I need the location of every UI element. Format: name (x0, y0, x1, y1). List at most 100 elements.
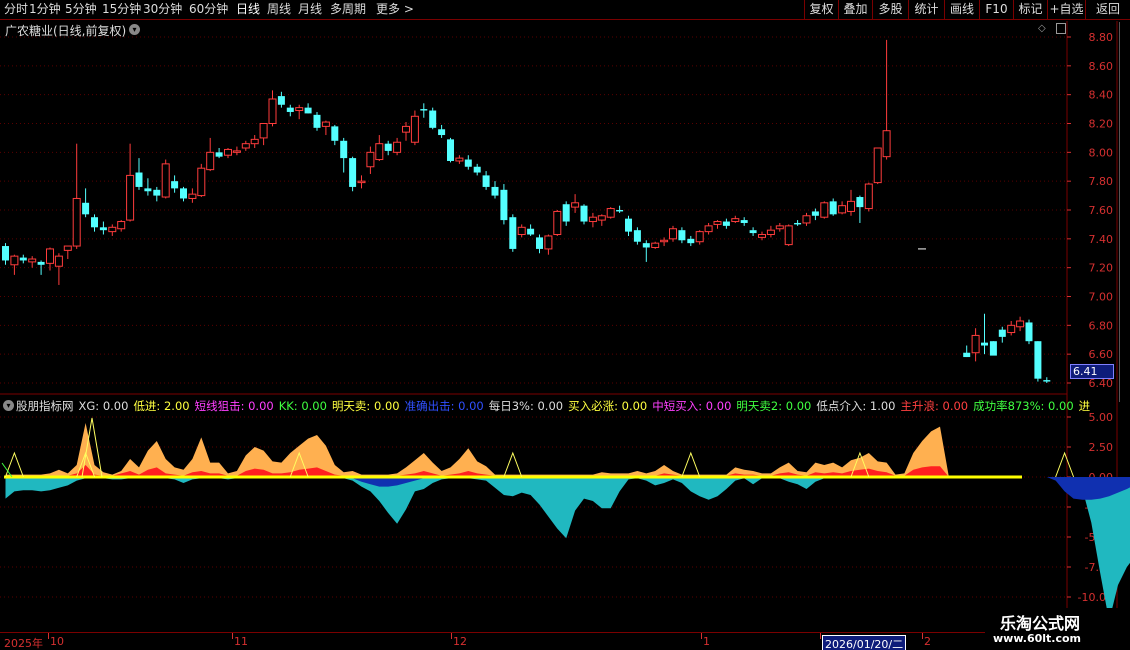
price-tick-label: 7.60 (1089, 204, 1114, 217)
candle-body-up (410, 115, 419, 143)
period-tab-8[interactable]: 月线 (298, 1, 322, 18)
candle-body-down (625, 218, 632, 232)
candle-body-down (304, 107, 312, 114)
toolbar-button-7[interactable]: +自选 (1047, 0, 1085, 19)
date-tick (48, 633, 49, 639)
period-tab-10[interactable]: 更多 > (376, 1, 414, 18)
date-label-5: 2026/01/20/二 (822, 635, 907, 650)
candle-body-up (731, 218, 740, 223)
indicator-area-1 (5, 465, 1101, 477)
candle-body-down (989, 341, 997, 356)
candle-body-up (588, 216, 597, 223)
date-axis: 2025年 10 11 12 1 2026/01/20/二 2 (0, 632, 1130, 650)
indicator-tick-label: 2.50 (1089, 441, 1114, 454)
candle-body-up (571, 202, 580, 208)
diamond-icon[interactable]: ◇ (1038, 23, 1046, 34)
period-tab-3[interactable]: 15分钟 (102, 1, 141, 18)
candle-body-up (838, 205, 847, 214)
indicator-value-7: 买入必涨: 0.00 (568, 399, 648, 413)
candle-body-up (713, 221, 722, 225)
candle-body-up (28, 258, 37, 263)
watermark: 乐淘公式网 www.60lt.com (985, 608, 1130, 650)
candle-body-up (553, 210, 562, 236)
candle-body-down (491, 186, 499, 196)
candle-body-up (1016, 320, 1025, 328)
toolbar-button-4[interactable]: 画线 (944, 0, 979, 19)
signal-triangle (681, 451, 701, 478)
indicator-value-2: 短线狙击: 0.00 (194, 399, 274, 413)
candle-body-up (517, 226, 526, 236)
candle-body-down (536, 237, 543, 249)
candle-body-up (72, 197, 81, 247)
date-tick (232, 633, 233, 639)
candle-body-up (54, 255, 63, 267)
toolbar-button-6[interactable]: 标记 (1013, 0, 1047, 19)
indicator-name: 股朋指标网 (16, 399, 74, 413)
candle-body-down (678, 230, 686, 241)
signal-mark-green (1, 462, 13, 478)
candle-body-up (606, 208, 615, 218)
candle-body-down (1025, 322, 1033, 342)
price-tick-label: 8.80 (1089, 31, 1114, 44)
toolbar-button-0[interactable]: 复权 (804, 0, 838, 19)
window-toggle-icon[interactable] (1056, 23, 1066, 34)
indicator-legend: 股朋指标网 XG: 0.00 低进: 2.00 短线狙击: 0.00 KK: 0.00 明… (16, 398, 1095, 414)
date-label-1: 10 (50, 635, 64, 648)
date-label-4: 1 (703, 635, 710, 648)
candle-body-down (963, 352, 971, 358)
period-tab-9[interactable]: 多周期 (330, 1, 366, 18)
candle-body-up (660, 239, 669, 243)
toolbar-button-8[interactable]: 返回 (1085, 0, 1130, 19)
toolbar-button-3[interactable]: 统计 (908, 0, 944, 19)
candle-body-down (616, 210, 624, 212)
signal-triangle (76, 451, 96, 478)
date-tick (922, 633, 923, 639)
candle-body-up (758, 234, 766, 238)
candle-body-up (704, 225, 713, 233)
candle-body-down (349, 158, 357, 187)
indicator-value-5: 准确出击: 0.00 (404, 399, 484, 413)
candle-body-down (482, 175, 490, 187)
indicator-area-2 (5, 477, 1130, 621)
candle-body-up (775, 225, 784, 230)
price-tick-label: 7.00 (1089, 291, 1114, 304)
period-tab-4[interactable]: 30分钟 (143, 1, 182, 18)
candle-body-down (37, 261, 45, 265)
candle-body-up (232, 150, 241, 153)
candle-body-up (873, 147, 882, 184)
period-tab-1[interactable]: 1分钟 (29, 1, 61, 18)
period-tab-0[interactable]: 分时 (4, 1, 28, 18)
candle-body-down (580, 205, 588, 222)
date-label-3: 12 (453, 635, 467, 648)
indicator-tick-label: -7.50 (1085, 561, 1113, 574)
period-tab-7[interactable]: 周线 (267, 1, 291, 18)
candle-body-up (766, 229, 775, 236)
toolbar-button-1[interactable]: 叠加 (838, 0, 872, 19)
candle-body-down (1034, 341, 1042, 379)
candle-body-up (695, 231, 704, 243)
candle-body-down (998, 329, 1006, 337)
candle-body-up (544, 235, 553, 250)
period-tab-6[interactable]: 日线 (236, 1, 260, 18)
toolbar-button-5[interactable]: F10 (979, 0, 1013, 19)
candle-body-up (357, 180, 366, 184)
side-panel-strip[interactable] (1118, 22, 1130, 632)
candle-body-down (794, 222, 802, 225)
period-tab-5[interactable]: 60分钟 (189, 1, 228, 18)
indicator-dropdown-icon[interactable]: ▾ (3, 400, 14, 411)
candle-body-up (259, 123, 268, 139)
stock-title-label: 广农糖业(日线,前复权) (5, 24, 127, 38)
candle-body-up (161, 163, 170, 198)
candle-body-down (384, 143, 392, 151)
candle-body-down (749, 230, 757, 234)
candle-body-up (393, 141, 402, 153)
price-tick-label: 6.60 (1089, 348, 1114, 361)
title-dropdown-icon[interactable]: ▾ (129, 24, 140, 35)
period-tab-2[interactable]: 5分钟 (65, 1, 97, 18)
candle-body-up (108, 226, 117, 233)
indicator-tick-label: 0.00 (1089, 471, 1114, 484)
candle-body-up (402, 125, 410, 133)
date-tick (451, 633, 452, 639)
toolbar-button-2[interactable]: 多股 (872, 0, 908, 19)
candle-body-up (455, 157, 464, 162)
